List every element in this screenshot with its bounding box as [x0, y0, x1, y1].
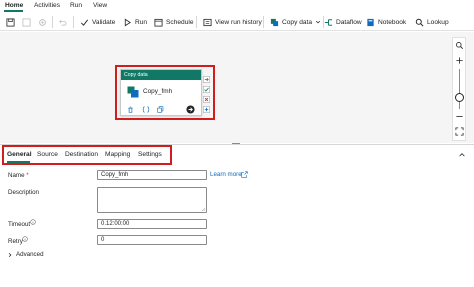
disabled-icon: [22, 17, 31, 27]
view-run-history-button[interactable]: View run history: [203, 16, 262, 28]
retry-field[interactable]: 0: [97, 235, 207, 245]
dataflow-button[interactable]: Dataflow: [324, 16, 362, 28]
name-label-text: Name: [8, 172, 25, 179]
copy-data-activity-node[interactable]: Copy data Copy_fmh: [120, 69, 202, 116]
info-icon[interactable]: [30, 219, 36, 225]
dataflow-icon: [324, 18, 333, 26]
required-mark: *: [26, 172, 29, 179]
properties-panel: [0, 144, 474, 287]
chevron-down-icon: [316, 20, 321, 24]
on-skip-icon[interactable]: [203, 76, 210, 83]
chevron-up-icon[interactable]: [458, 151, 466, 158]
run-label: Run: [135, 18, 148, 26]
menu-bar: Home Activities Run View: [0, 0, 474, 12]
activity-type-header: Copy data: [121, 70, 201, 80]
calendar-icon: [154, 18, 163, 27]
info-icon[interactable]: [22, 236, 28, 242]
run-button[interactable]: Run: [123, 16, 147, 28]
external-link-icon[interactable]: [241, 171, 248, 178]
timeout-label: Timeout: [8, 221, 31, 228]
delete-icon[interactable]: [127, 106, 134, 113]
menu-tab-activities[interactable]: Activities: [34, 1, 60, 12]
code-icon[interactable]: [142, 106, 150, 113]
on-success-icon[interactable]: [203, 86, 210, 93]
zoom-in-icon[interactable]: [455, 56, 464, 65]
lookup-label: Lookup: [427, 18, 449, 26]
zoom-slider-track[interactable]: [459, 69, 460, 109]
fit-to-screen-icon[interactable]: [455, 127, 464, 136]
menu-tab-view[interactable]: View: [93, 1, 107, 12]
validate-button[interactable]: Validate: [80, 16, 115, 28]
name-label: Name *: [8, 172, 29, 179]
resize-grip-icon[interactable]: [201, 207, 206, 212]
save-button[interactable]: [6, 16, 18, 28]
zoom-slider-thumb[interactable]: [455, 93, 464, 102]
history-icon: [203, 18, 212, 26]
zoom-panel: [452, 37, 466, 141]
advanced-label: Advanced: [16, 251, 44, 258]
timeout-field[interactable]: 0.12:00:00: [97, 219, 207, 229]
disabled-action-button[interactable]: [22, 16, 34, 28]
lookup-button[interactable]: Lookup: [415, 16, 449, 28]
checkmark-icon: [81, 19, 89, 26]
toolbar-separator: [73, 16, 74, 28]
toolbar-separator: [196, 16, 197, 28]
settings-button[interactable]: [38, 16, 50, 28]
on-completion-icon[interactable]: [203, 106, 210, 113]
zoom-out-icon[interactable]: [455, 112, 464, 121]
search-icon: [415, 18, 424, 26]
schedule-label: Schedule: [166, 18, 194, 26]
toolbar-separator: [263, 16, 264, 28]
learn-more-link[interactable]: Learn more: [210, 171, 242, 178]
name-field[interactable]: Copy_fmh: [97, 170, 207, 180]
save-icon: [6, 17, 15, 27]
arrow-right-icon[interactable]: [186, 105, 195, 114]
activity-name: Copy_fmh: [143, 88, 173, 95]
on-failure-icon[interactable]: [203, 96, 210, 103]
view-run-history-label: View run history: [215, 18, 262, 26]
gear-icon: [39, 18, 46, 26]
schedule-button[interactable]: Schedule: [154, 16, 194, 28]
retry-label: Retry: [8, 238, 23, 245]
advanced-expander[interactable]: Advanced: [7, 251, 44, 258]
description-field[interactable]: [97, 187, 207, 213]
tabs-highlight-box: [2, 145, 172, 165]
copy-data-icon: [270, 18, 279, 26]
notebook-label: Notebook: [378, 18, 407, 26]
toolbar: Validate Run Schedule View run history C…: [0, 12, 474, 31]
chevron-right-icon: [8, 252, 12, 257]
undo-icon: [59, 19, 67, 26]
notebook-icon: [367, 18, 374, 26]
play-icon: [124, 18, 131, 26]
copy-data-icon: [127, 86, 139, 98]
search-icon[interactable]: [455, 41, 464, 50]
dataflow-label: Dataflow: [336, 18, 362, 26]
copy-data-label: Copy data: [282, 18, 313, 26]
validate-label: Validate: [92, 18, 116, 26]
notebook-button[interactable]: Notebook: [366, 16, 406, 28]
undo-button[interactable]: [58, 16, 70, 28]
toolbar-separator: [52, 16, 53, 28]
description-label: Description: [8, 189, 39, 196]
copy-icon[interactable]: [157, 106, 164, 113]
pipeline-canvas[interactable]: [0, 32, 474, 143]
copy-data-dropdown[interactable]: Copy data: [270, 16, 321, 28]
menu-tab-run[interactable]: Run: [70, 1, 82, 12]
